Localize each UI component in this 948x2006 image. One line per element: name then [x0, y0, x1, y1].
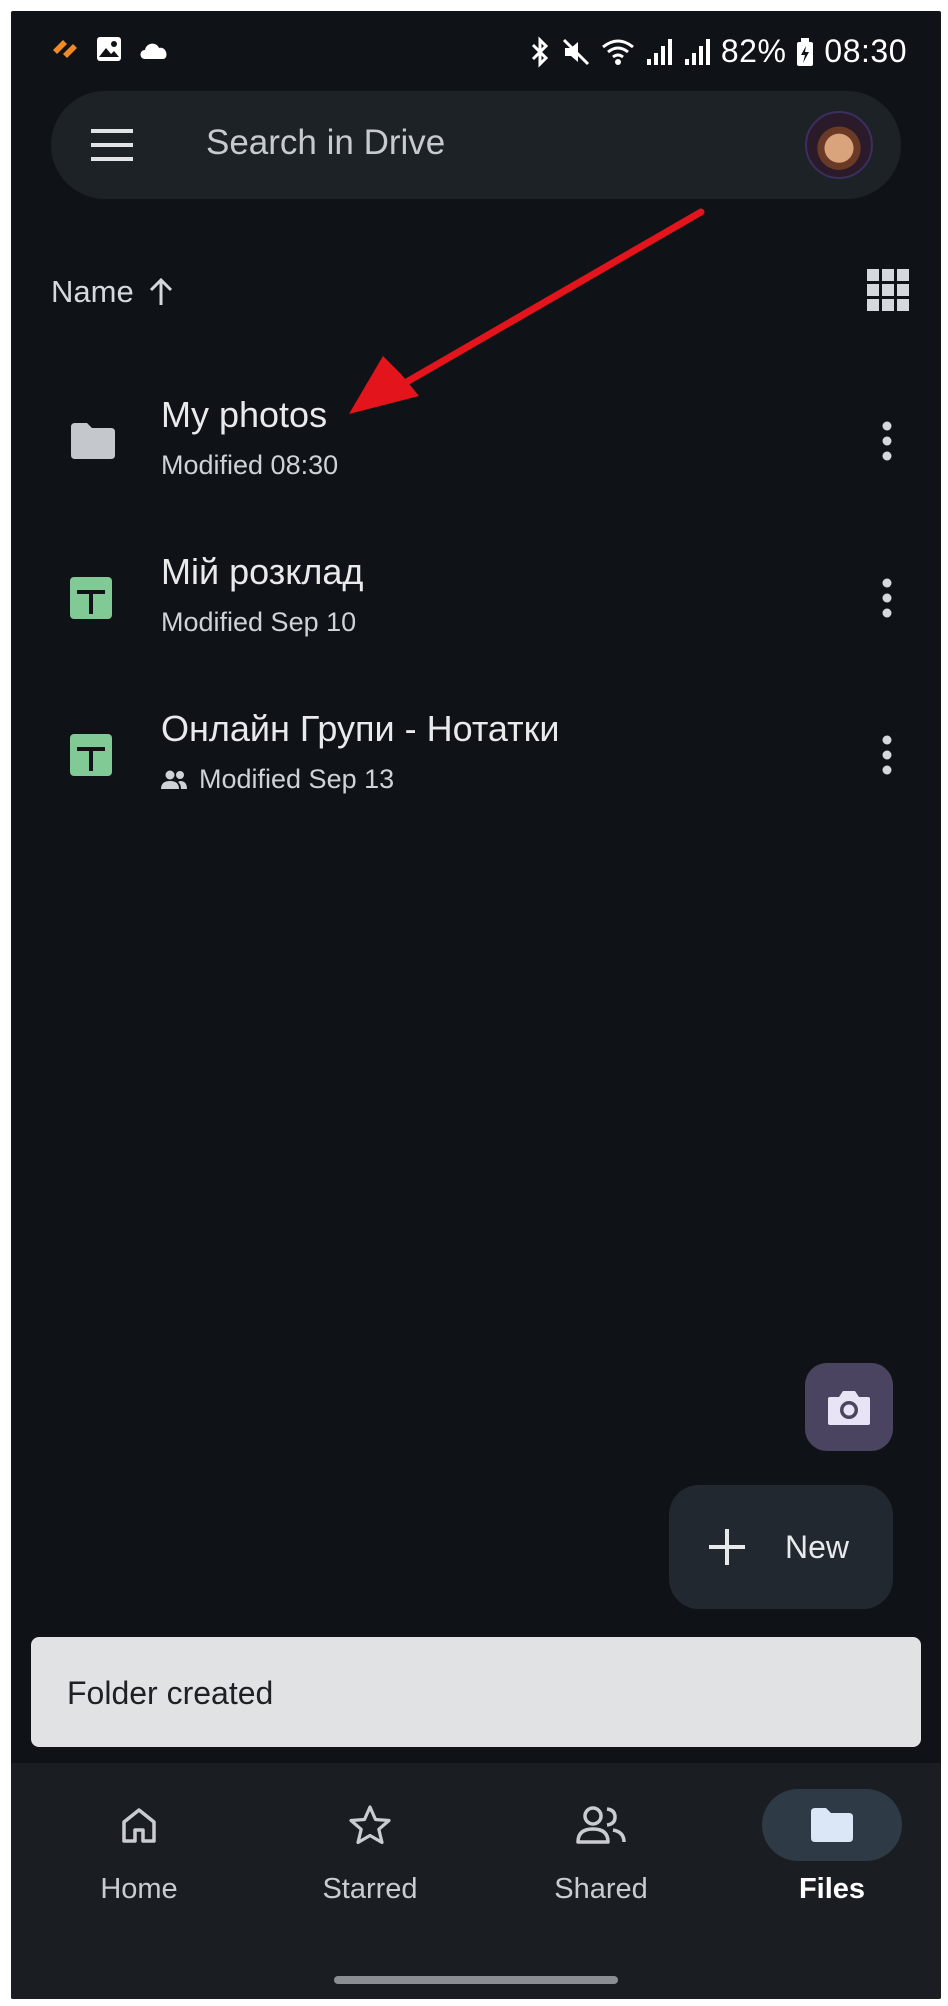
app-notification-icon — [53, 40, 77, 58]
star-icon — [349, 1805, 391, 1845]
notification-icons — [51, 35, 171, 63]
file-name: Мій розклад — [161, 551, 364, 592]
spreadsheet-icon — [70, 734, 112, 776]
file-name: Онлайн Групи - Нотатки — [161, 708, 560, 749]
more-vertical-icon[interactable] — [881, 577, 893, 619]
battery-icon — [797, 37, 814, 66]
sort-label[interactable]: Name — [51, 274, 134, 310]
camera-icon — [828, 1391, 870, 1425]
nav-icon-container — [69, 1789, 209, 1861]
file-row-schedule[interactable]: Мій розклад Modified Sep 10 — [11, 523, 941, 673]
more-vertical-icon[interactable] — [881, 420, 893, 462]
more-vertical-icon[interactable] — [881, 734, 893, 776]
status-bar: 82% 08:30 — [11, 11, 941, 83]
shared-people-icon — [161, 770, 187, 789]
system-indicators: 82% 08:30 — [529, 33, 907, 70]
hamburger-menu-icon[interactable] — [91, 125, 133, 165]
nav-label-home: Home — [100, 1873, 178, 1905]
home-icon — [122, 1808, 156, 1843]
gesture-home-indicator[interactable] — [334, 1976, 618, 1984]
spreadsheet-icon — [70, 577, 112, 619]
clock: 08:30 — [824, 33, 907, 69]
modified-text: Modified Sep 10 — [161, 607, 357, 637]
file-row-my-photos[interactable]: My photos Modified 08:30 — [11, 366, 941, 516]
nav-item-files[interactable]: Files — [716, 1763, 941, 1963]
search-placeholder[interactable]: Search in Drive — [206, 123, 445, 163]
nav-item-home[interactable]: Home — [23, 1763, 255, 1963]
plus-icon — [709, 1529, 745, 1565]
snackbar-message: Folder created — [67, 1675, 274, 1711]
bluetooth-icon — [531, 35, 548, 68]
search-bar[interactable]: Search in Drive — [51, 91, 901, 199]
account-avatar[interactable] — [805, 111, 873, 179]
file-meta: Modified Sep 10 — [161, 607, 356, 638]
new-button[interactable]: New — [669, 1485, 893, 1609]
signal-icon — [646, 38, 672, 65]
snackbar: Folder created — [31, 1637, 921, 1747]
file-row-online-groups-notes[interactable]: Онлайн Групи - Нотатки Modified Sep 13 — [11, 680, 941, 830]
nav-item-shared[interactable]: Shared — [485, 1763, 717, 1963]
nav-item-starred[interactable]: Starred — [254, 1763, 486, 1963]
sort-control[interactable]: Name — [51, 267, 174, 317]
grid-view-icon[interactable] — [867, 269, 909, 311]
mute-icon — [562, 38, 589, 65]
nav-label-shared: Shared — [554, 1873, 648, 1905]
arrow-up-icon[interactable] — [148, 277, 174, 307]
people-icon — [576, 1806, 626, 1844]
bottom-navigation: Home Starred Shared Files — [11, 1763, 941, 1999]
signal-icon-2 — [684, 38, 710, 65]
battery-percent: 82% — [720, 33, 787, 69]
nav-label-files: Files — [798, 1873, 866, 1905]
scan-camera-button[interactable] — [805, 1363, 893, 1451]
modified-text: Modified 08:30 — [161, 450, 339, 480]
cloud-icon — [140, 43, 167, 59]
nav-icon-container — [531, 1789, 671, 1861]
folder-icon — [811, 1808, 853, 1842]
folder-icon — [71, 423, 115, 459]
image-icon — [97, 37, 121, 61]
modified-text: Modified Sep 13 — [199, 764, 395, 794]
file-meta: Modified Sep 13 — [161, 764, 394, 795]
nav-icon-container — [300, 1789, 440, 1861]
nav-label-starred: Starred — [322, 1873, 418, 1905]
file-name: My photos — [161, 394, 328, 435]
drive-app-screen: 82% 08:30 Search in Drive Name My photos… — [11, 11, 941, 1999]
file-meta: Modified 08:30 — [161, 450, 338, 481]
nav-icon-container — [762, 1789, 902, 1861]
wifi-icon — [601, 39, 634, 65]
new-button-label: New — [785, 1529, 850, 1565]
